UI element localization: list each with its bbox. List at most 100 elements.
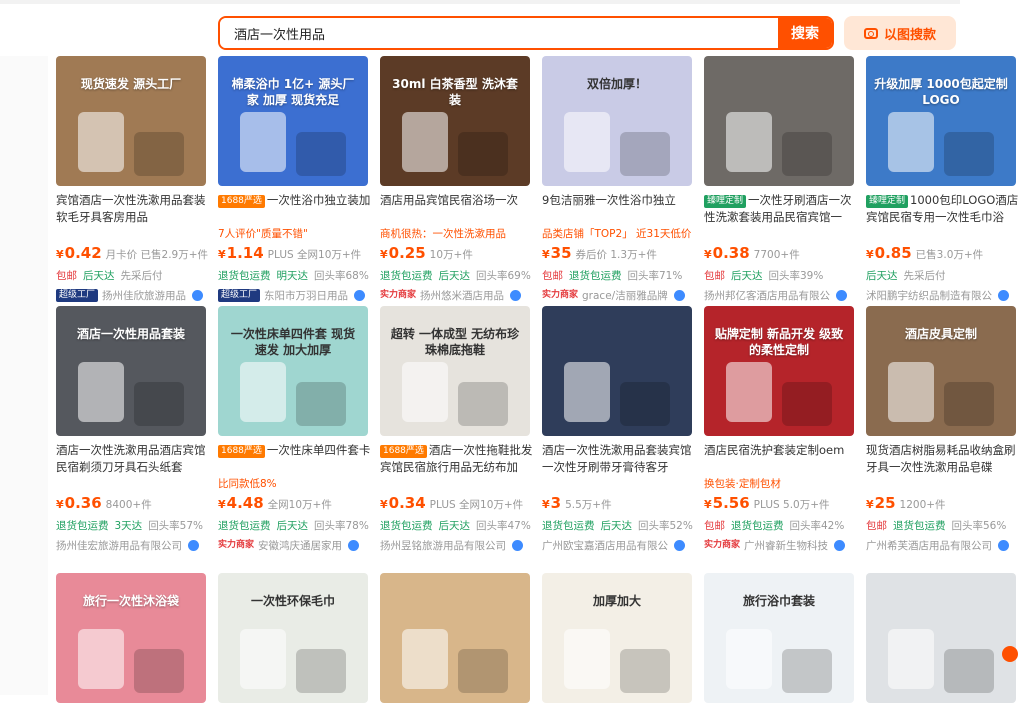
shop-info[interactable]: 扬州邦亿客酒店用品有限公 [704, 287, 858, 303]
shop-info[interactable]: 超级工厂 扬州佳欣旅游用品 [56, 287, 210, 303]
shop-info[interactable]: 广州希芙酒店用品有限公司 [866, 537, 1020, 553]
product-card[interactable]: 一次性环保毛巾 [218, 573, 372, 703]
product-title[interactable]: 现货酒店树脂易耗品收纳盒刷牙具一次性洗漱用品皂碟 [866, 442, 1020, 476]
shop-name[interactable]: 广州希芙酒店用品有限公司 [866, 538, 992, 553]
product-card[interactable]: 双倍加厚！ 9包洁丽雅一次性浴巾独立 品类店铺「TOP2」 近31天低价 ¥35 券后价… [542, 56, 696, 303]
shop-info[interactable]: 实力商家 grace/洁丽雅品牌 [542, 287, 696, 303]
chat-icon[interactable] [348, 539, 360, 551]
product-image[interactable]: 一次性床单四件套 现货速发 加大加厚 [218, 306, 368, 436]
shop-name[interactable]: 广州欧宝嘉酒店用品有限公 [542, 538, 668, 553]
product-title[interactable]: 1688严选 一次性床单四件套卡 [218, 442, 372, 476]
product-title[interactable]: 9包洁丽雅一次性浴巾独立 [542, 192, 696, 226]
product-shape [564, 362, 610, 422]
product-image[interactable]: 旅行一次性沐浴袋 [56, 573, 206, 703]
product-card[interactable]: 30ml 白茶香型 洗沐套装 酒店用品宾馆民宿浴场一次 商机很热：一次性洗漱用品 ¥0… [380, 56, 534, 303]
chat-icon[interactable] [510, 289, 522, 301]
product-image[interactable]: 贴牌定制 新品开发 级致的柔性定制 [704, 306, 854, 436]
shop-name[interactable]: 扬州悠米酒店用品 [420, 288, 504, 303]
product-image[interactable]: 酒店一次性用品套装 [56, 306, 206, 436]
product-image[interactable]: 棉柔浴巾 1亿+ 源头厂家 加厚 现货充足 [218, 56, 368, 186]
service-badge: 先采后付 [903, 270, 946, 282]
floating-help-icon[interactable] [1002, 646, 1018, 662]
product-title[interactable]: 1688严选 酒店一次性拖鞋批发宾馆民宿旅行用品无纺布加 [380, 442, 534, 476]
product-image[interactable] [542, 306, 692, 436]
product-image[interactable]: 30ml 白茶香型 洗沐套装 [380, 56, 530, 186]
service-badge: 回头率57% [148, 520, 204, 532]
product-card[interactable]: 酒店一次性洗漱用品套装宾馆一次性牙刷带牙膏待客牙 ¥3 5.5万+件 退货包运费 后天达… [542, 306, 696, 553]
service-badge: 退货包运费 [569, 270, 622, 282]
shop-info[interactable]: 超级工厂 东阳市万羽日用品 [218, 287, 372, 303]
product-title[interactable]: 酒店用品宾馆民宿浴场一次 [380, 192, 534, 226]
chat-icon[interactable] [998, 539, 1009, 551]
product-highlight [542, 477, 696, 491]
product-title-text: 酒店用品宾馆民宿浴场一次 [380, 193, 518, 207]
product-card[interactable]: 酒店皮具定制 现货酒店树脂易耗品收纳盒刷牙具一次性洗漱用品皂碟 ¥25 1200+件包… [866, 306, 1020, 553]
product-card[interactable]: 一次性床单四件套 现货速发 加大加厚 1688严选 一次性床单四件套卡 比同款低8% ¥… [218, 306, 372, 553]
shop-info[interactable]: 沭阳鹏宇纺织品制造有限公 [866, 287, 1020, 303]
search-button[interactable]: 搜索 [778, 18, 832, 48]
service-badge: 退货包运费 [218, 270, 271, 282]
product-title[interactable]: 酒店一次性洗漱用品套装宾馆一次性牙刷带牙膏待客牙 [542, 442, 696, 476]
shop-info[interactable]: 扬州昱铭旅游用品有限公司 [380, 537, 534, 553]
shop-info[interactable]: 实力商家 扬州悠米酒店用品 [380, 287, 534, 303]
product-image[interactable]: 旅行浴巾套装 [704, 573, 854, 703]
product-title[interactable]: 1688严选 一次性浴巾独立装加 [218, 192, 372, 226]
product-image[interactable]: 现货速发 源头工厂 [56, 56, 206, 186]
shop-info[interactable]: 实力商家 安徽鸿庆通居家用 [218, 537, 372, 553]
chat-icon[interactable] [836, 289, 847, 301]
search-input[interactable] [220, 18, 778, 48]
product-card[interactable]: 旅行一次性沐浴袋 [56, 573, 210, 703]
product-title[interactable]: 酒店一次性洗漱用品酒店宾馆民宿剃须刀牙具石头纸套 [56, 442, 210, 476]
product-image[interactable]: 加厚加大 [542, 573, 692, 703]
product-card[interactable]: 棉柔浴巾 1亿+ 源头厂家 加厚 现货充足 1688严选 一次性浴巾独立装加 7人评价… [218, 56, 372, 303]
chat-icon[interactable] [354, 289, 366, 301]
product-image[interactable]: 超转 一体成型 无纺布珍珠棉底拖鞋 [380, 306, 530, 436]
product-card[interactable]: 旅行浴巾套装 [704, 573, 858, 703]
image-caption: 酒店一次性用品套装 [76, 327, 185, 341]
product-card[interactable]: 酒店一次性用品套装 酒店一次性洗漱用品酒店宾馆民宿剃须刀牙具石头纸套 ¥0.36 84… [56, 306, 210, 553]
product-shape [782, 132, 832, 176]
shop-name[interactable]: 沭阳鹏宇纺织品制造有限公 [866, 288, 992, 303]
product-card[interactable]: 升级加厚 1000包起定制LOGO 臻哩定制 1000包印LOGO酒店宾馆民宿专用一… [866, 56, 1020, 303]
shop-name[interactable]: 广州睿新生物科技 [744, 538, 828, 553]
product-title[interactable]: 臻哩定制 1000包印LOGO酒店宾馆民宿专用一次性毛巾浴 [866, 192, 1020, 226]
product-title[interactable]: 酒店民宿洗护套装定制oem [704, 442, 858, 476]
product-title[interactable]: 臻哩定制 一次性牙刷酒店一次性洗漱套装用品民宿宾馆一 [704, 192, 858, 226]
shop-name[interactable]: 扬州佳欣旅游用品 [102, 288, 186, 303]
shop-info[interactable]: 广州欧宝嘉酒店用品有限公 [542, 537, 696, 553]
product-image[interactable]: 双倍加厚！ [542, 56, 692, 186]
shop-name[interactable]: 东阳市万羽日用品 [264, 288, 348, 303]
product-card[interactable]: 现货速发 源头工厂 宾馆酒店一次性洗漱用品套装软毛牙具客房用品 ¥0.42 月卡价 已… [56, 56, 210, 303]
product-image[interactable]: 一次性环保毛巾 [218, 573, 368, 703]
product-title[interactable]: 宾馆酒店一次性洗漱用品套装软毛牙具客房用品 [56, 192, 210, 226]
product-image[interactable]: 酒店皮具定制 [866, 306, 1016, 436]
chat-icon[interactable] [192, 289, 204, 301]
product-card[interactable] [380, 573, 534, 703]
chat-icon[interactable] [834, 539, 846, 551]
shop-name[interactable]: 安徽鸿庆通居家用 [258, 538, 342, 553]
chat-icon[interactable] [998, 289, 1009, 301]
product-image[interactable] [704, 56, 854, 186]
shop-name[interactable]: 扬州邦亿客酒店用品有限公 [704, 288, 830, 303]
product-image[interactable] [380, 573, 530, 703]
product-card[interactable]: 臻哩定制 一次性牙刷酒店一次性洗漱套装用品民宿宾馆一 ¥0.38 7700+件 包邮 后天… [704, 56, 858, 303]
shop-info[interactable]: 扬州佳宏旅游用品有限公司 [56, 537, 210, 553]
product-card[interactable]: 贴牌定制 新品开发 级致的柔性定制 酒店民宿洗护套装定制oem 换包装·定制包材 ¥5… [704, 306, 858, 553]
shop-info[interactable]: 实力商家 广州睿新生物科技 [704, 537, 858, 553]
product-card[interactable] [866, 573, 1020, 703]
shop-name[interactable]: grace/洁丽雅品牌 [582, 288, 668, 303]
chat-icon[interactable] [674, 539, 685, 551]
image-search-button[interactable]: 以图搜款 [844, 16, 956, 50]
service-badges: 退货包运费 后天达 回头率78% [218, 518, 372, 534]
product-card[interactable]: 加厚加大 [542, 573, 696, 703]
chat-icon[interactable] [673, 289, 685, 301]
product-image[interactable]: 升级加厚 1000包起定制LOGO [866, 56, 1016, 186]
product-card[interactable]: 超转 一体成型 无纺布珍珠棉底拖鞋 1688严选 酒店一次性拖鞋批发宾馆民宿旅行用品… [380, 306, 534, 553]
chat-icon[interactable] [188, 539, 199, 551]
image-caption: 酒店皮具定制 [904, 327, 977, 341]
product-image[interactable] [866, 573, 1016, 703]
shop-name[interactable]: 扬州佳宏旅游用品有限公司 [56, 538, 182, 553]
shop-badge: 超级工厂 [56, 288, 99, 302]
chat-icon[interactable] [512, 539, 523, 551]
shop-name[interactable]: 扬州昱铭旅游用品有限公司 [380, 538, 506, 553]
